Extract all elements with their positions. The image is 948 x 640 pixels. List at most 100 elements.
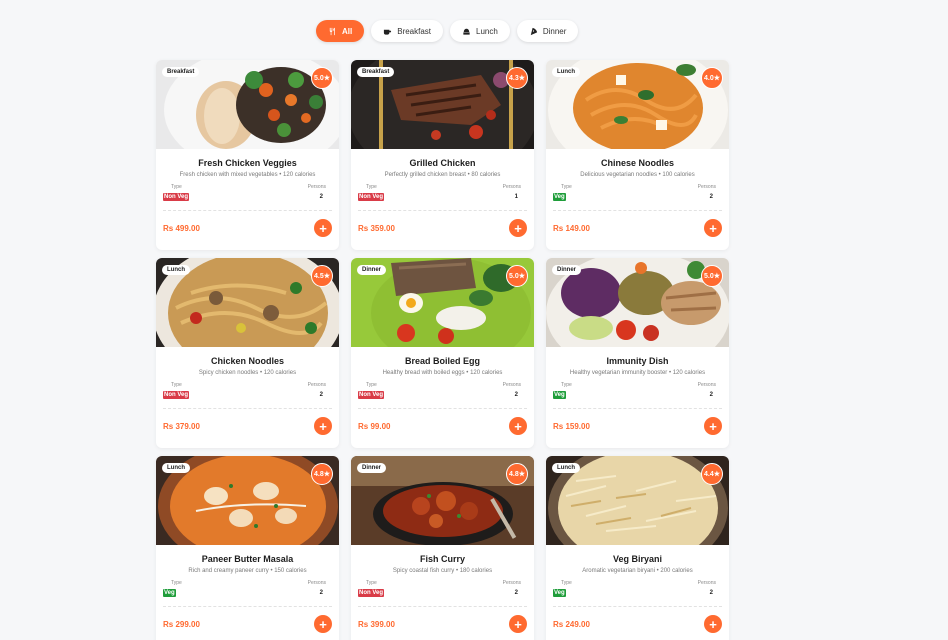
add-to-cart-button[interactable]: + <box>704 417 722 435</box>
type-label: Type <box>171 184 182 190</box>
persons-count: 2 <box>709 194 713 200</box>
dish-image: Lunch 4.0 ★ <box>546 60 729 149</box>
rating-value: 5.0 <box>508 272 519 280</box>
dish-card-fish-curry[interactable]: Dinner 4.8 ★ Fish Curry Spicy coastal fis… <box>351 456 534 640</box>
dish-title: Immunity Dish <box>606 356 669 366</box>
type-badge: Veg <box>163 589 176 597</box>
dish-description: Aromatic vegetarian biryani • 200 calori… <box>582 568 693 574</box>
plus-icon: + <box>709 418 717 434</box>
dish-card-fresh-chicken-veggies[interactable]: Breakfast 5.0 ★ Fresh Chicken Veggies Fre… <box>156 60 339 250</box>
persons-label: Persons <box>307 184 326 190</box>
filter-lunch-button[interactable]: Lunch <box>450 20 510 42</box>
dish-title: Veg Biryani <box>612 554 663 564</box>
type-badge: Non Veg <box>358 589 385 597</box>
dish-description: Spicy chicken noodles • 120 calories <box>198 370 297 376</box>
filter-breakfast-button[interactable]: Breakfast <box>371 20 444 42</box>
plus-icon: + <box>319 418 327 434</box>
dish-image: Breakfast 4.3 ★ <box>351 60 534 149</box>
persons-count: 2 <box>319 194 323 200</box>
persons-count: 2 <box>319 392 323 398</box>
dish-description: Healthy bread with boiled eggs • 120 cal… <box>382 370 503 376</box>
dish-image: Breakfast 5.0 ★ <box>156 60 339 149</box>
star-icon: ★ <box>323 273 330 280</box>
rating-badge: 5.0 ★ <box>701 265 723 287</box>
persons-count: 2 <box>514 590 518 596</box>
type-label: Type <box>561 580 572 586</box>
add-to-cart-button[interactable]: + <box>314 417 332 435</box>
add-to-cart-button[interactable]: + <box>509 417 527 435</box>
dish-card-bread-boiled-egg[interactable]: Dinner 5.0 ★ Bread Boiled Egg Healthy bre… <box>351 258 534 448</box>
divider <box>163 210 332 211</box>
star-icon: ★ <box>323 75 330 82</box>
persons-label: Persons <box>307 382 326 388</box>
divider <box>163 606 332 607</box>
rating-badge: 4.5 ★ <box>311 265 333 287</box>
price: Rs 399.00 <box>358 619 395 629</box>
plus-icon: + <box>514 418 522 434</box>
dish-image: Lunch 4.8 ★ <box>156 456 339 545</box>
plus-icon: + <box>514 220 522 236</box>
dish-card-chicken-noodles[interactable]: Lunch 4.5 ★ Chicken Noodles Spicy chicken… <box>156 258 339 448</box>
star-icon: ★ <box>713 471 720 478</box>
persons-label: Persons <box>502 184 521 190</box>
persons-count: 2 <box>709 590 713 596</box>
filter-lunch-label: Lunch <box>476 26 498 36</box>
plus-icon: + <box>514 616 522 632</box>
type-label: Type <box>171 580 182 586</box>
filter-dinner-label: Dinner <box>542 26 567 36</box>
rating-badge: 5.0 ★ <box>311 67 333 89</box>
add-to-cart-button[interactable]: + <box>509 615 527 633</box>
dish-image: Dinner 5.0 ★ <box>351 258 534 347</box>
type-badge: Non Veg <box>163 391 190 399</box>
filter-all-label: All <box>342 26 353 36</box>
star-icon: ★ <box>713 75 720 82</box>
dish-card-chinese-noodles[interactable]: Lunch 4.0 ★ Chinese Noodles Delicious veg… <box>546 60 729 250</box>
filter-all-button[interactable]: All <box>316 20 365 42</box>
persons-label: Persons <box>697 184 716 190</box>
pizza-slice-icon <box>530 27 537 35</box>
add-to-cart-button[interactable]: + <box>704 219 722 237</box>
dish-card-grilled-chicken[interactable]: Breakfast 4.3 ★ Grilled Chicken Perfectly… <box>351 60 534 250</box>
price: Rs 359.00 <box>358 223 395 233</box>
type-label: Type <box>171 382 182 388</box>
dish-card-immunity-dish[interactable]: Dinner 5.0 ★ Immunity Dish Healthy vegeta… <box>546 258 729 448</box>
add-to-cart-button[interactable]: + <box>704 615 722 633</box>
persons-label: Persons <box>502 382 521 388</box>
plus-icon: + <box>319 220 327 236</box>
dish-card-paneer-butter-masala[interactable]: Lunch 4.8 ★ Paneer Butter Masala Rich and… <box>156 456 339 640</box>
filter-dinner-button[interactable]: Dinner <box>516 20 579 42</box>
dish-description: Perfectly grilled chicken breast • 80 ca… <box>384 172 501 178</box>
dish-description: Healthy vegetarian immunity booster • 12… <box>569 370 706 376</box>
rating-value: 4.0 <box>703 74 714 82</box>
type-label: Type <box>561 382 572 388</box>
meal-tag: Lunch <box>552 67 580 77</box>
type-badge: Non Veg <box>163 193 190 201</box>
meal-tag: Dinner <box>357 265 387 275</box>
type-badge: Veg <box>553 193 566 201</box>
price: Rs 99.00 <box>358 421 391 431</box>
price: Rs 159.00 <box>553 421 590 431</box>
price: Rs 149.00 <box>553 223 590 233</box>
rating-value: 4.8 <box>313 470 324 478</box>
add-to-cart-button[interactable]: + <box>509 219 527 237</box>
meal-tag: Lunch <box>552 463 580 473</box>
add-to-cart-button[interactable]: + <box>314 615 332 633</box>
divider <box>163 408 332 409</box>
rating-value: 4.8 <box>508 470 519 478</box>
rating-badge: 4.3 ★ <box>506 67 528 89</box>
type-label: Type <box>561 184 572 190</box>
coffee-cup-icon <box>384 29 392 35</box>
price: Rs 249.00 <box>553 619 590 629</box>
category-filter-bar: All Breakfast Lunch Dinner <box>316 20 579 42</box>
dish-image: Lunch 4.5 ★ <box>156 258 339 347</box>
divider <box>553 210 722 211</box>
rating-badge: 4.0 ★ <box>701 67 723 89</box>
dish-card-veg-biryani[interactable]: Lunch 4.4 ★ Veg Biryani Aromatic vegetari… <box>546 456 729 640</box>
dish-description: Rich and creamy paneer curry • 150 calor… <box>188 568 307 574</box>
dish-title: Fresh Chicken Veggies <box>198 158 297 168</box>
add-to-cart-button[interactable]: + <box>314 219 332 237</box>
star-icon: ★ <box>518 75 525 82</box>
divider <box>553 606 722 607</box>
rating-badge: 4.8 ★ <box>506 463 528 485</box>
type-badge: Non Veg <box>358 193 385 201</box>
